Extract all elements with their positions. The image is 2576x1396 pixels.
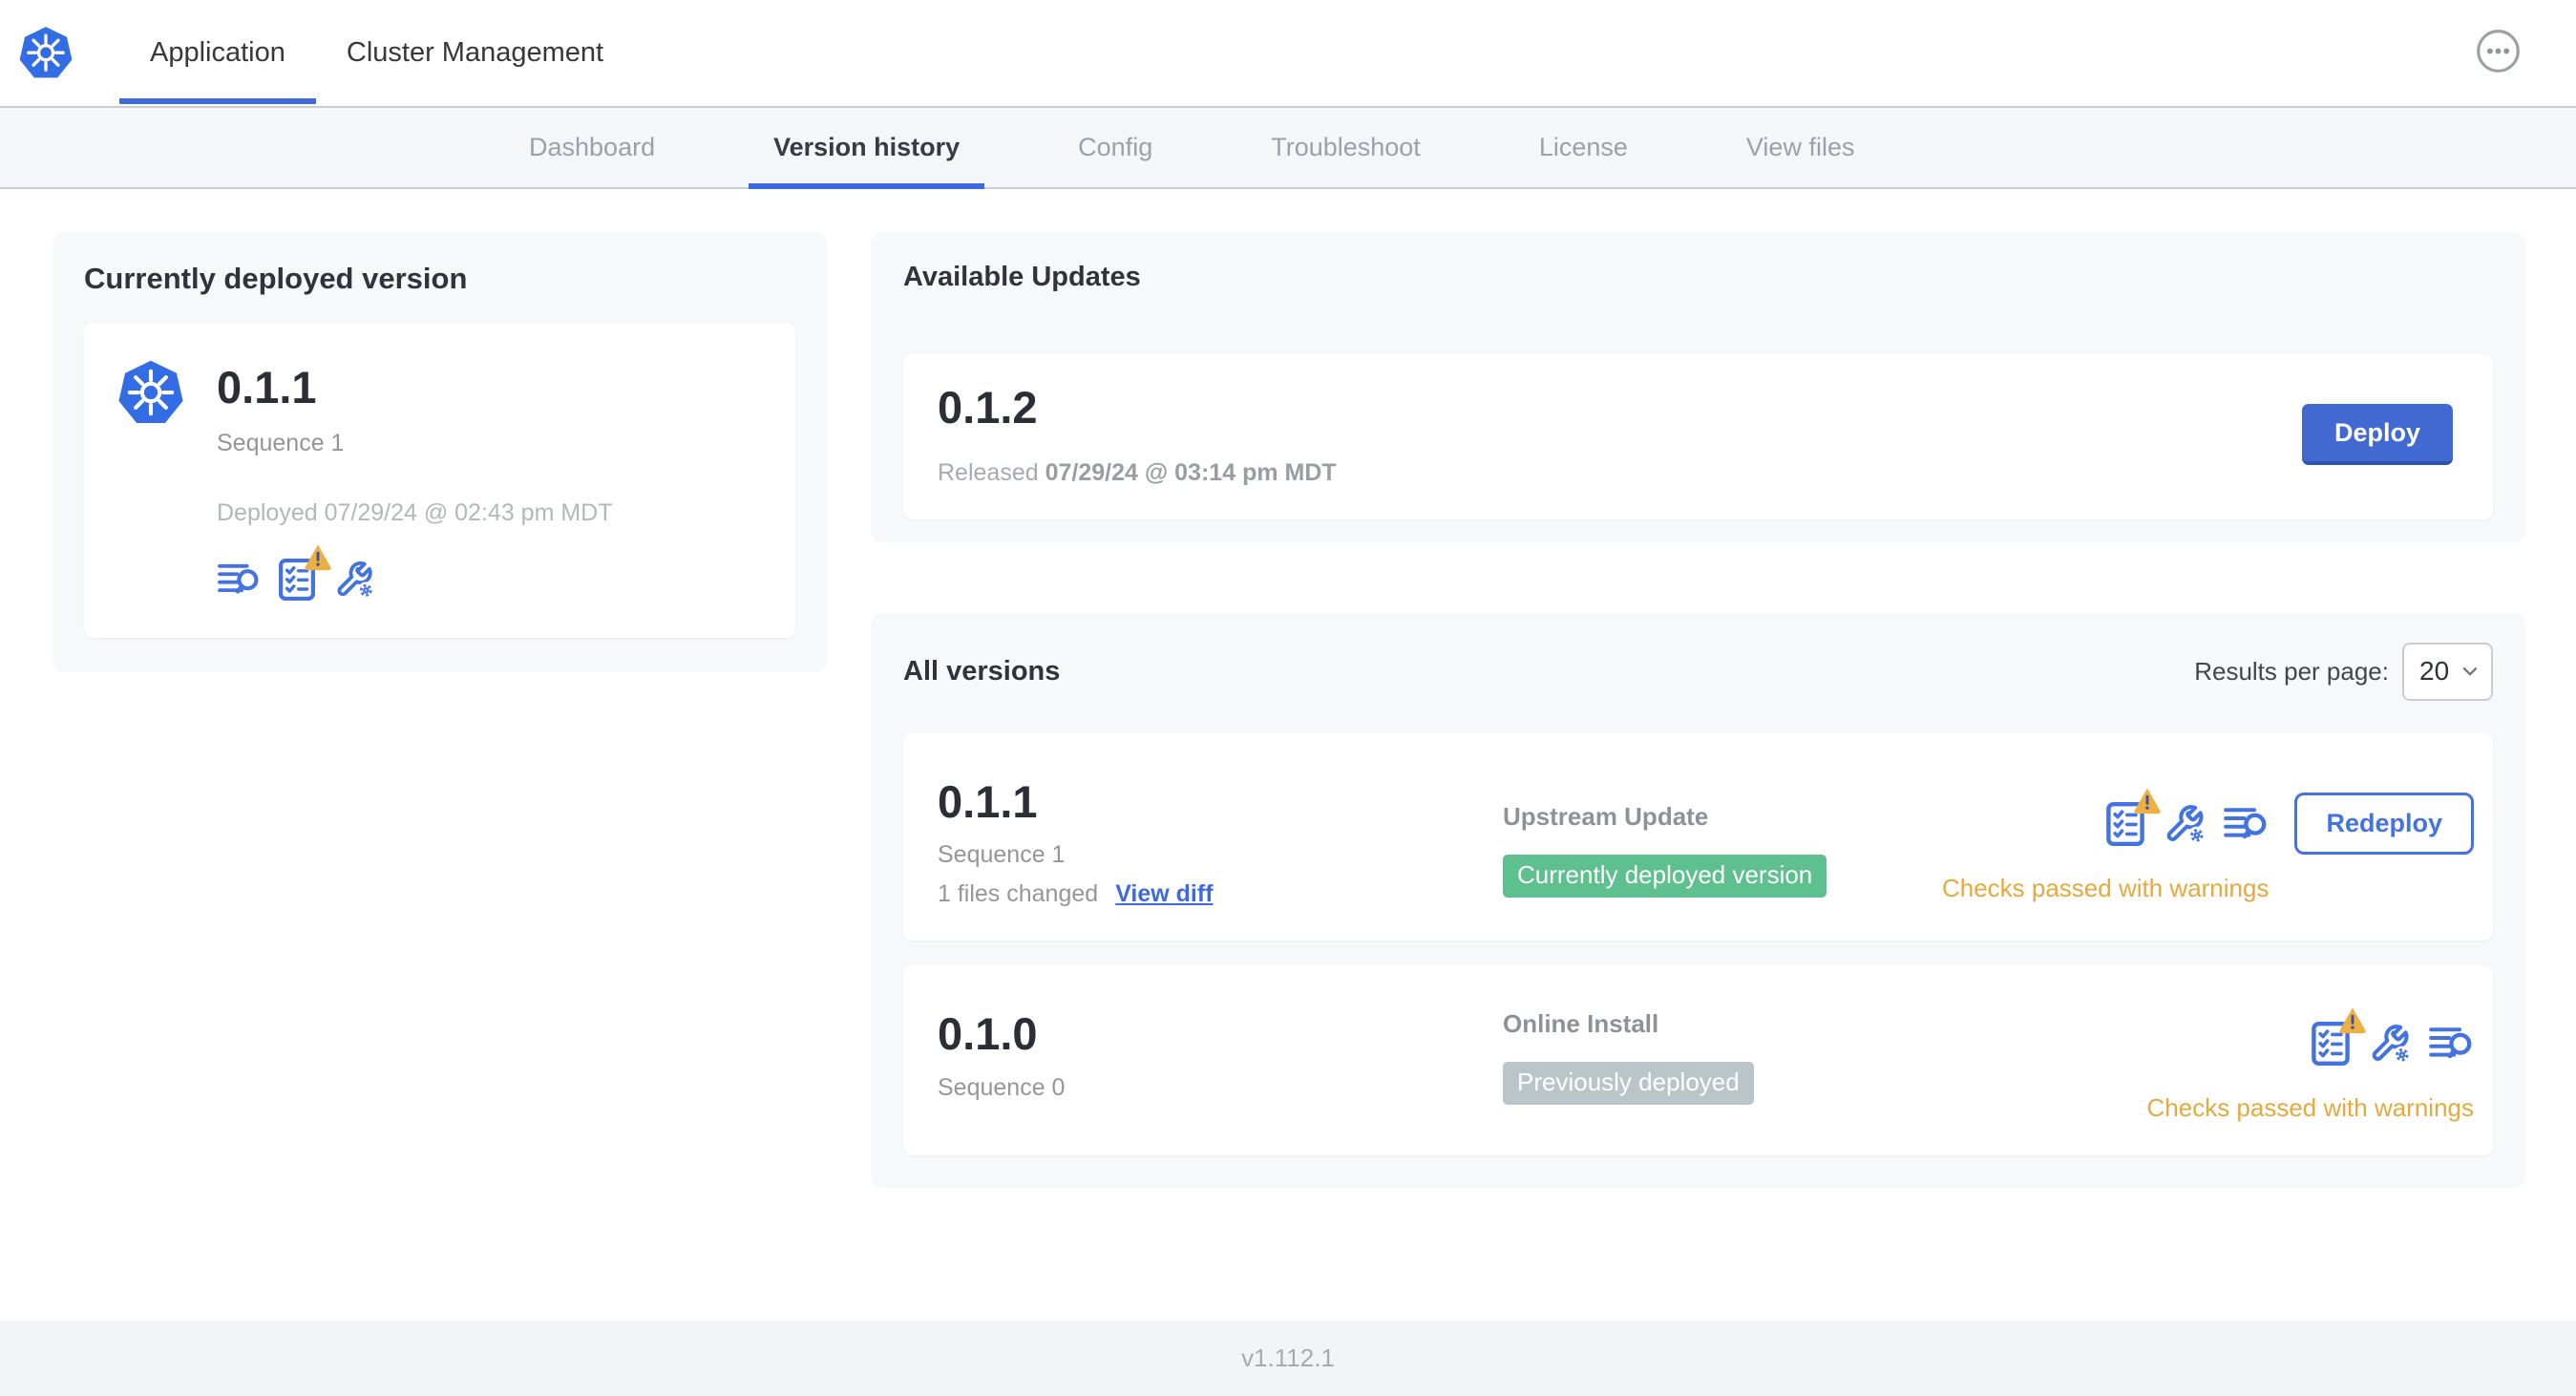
- preflight-checks-button[interactable]: [2308, 1021, 2354, 1067]
- page-footer: v1.112.1: [0, 1321, 2576, 1396]
- available-updates-title: Available Updates: [903, 262, 1141, 292]
- edit-config-button[interactable]: [2163, 801, 2208, 847]
- edit-config-icon: [333, 558, 377, 602]
- update-version-number: 0.1.2: [938, 382, 1038, 433]
- preflight-checks-button[interactable]: [2102, 801, 2148, 847]
- tab-dashboard[interactable]: Dashboard: [504, 108, 680, 187]
- update-released-timestamp: Released 07/29/24 @ 03:14 pm MDT: [938, 459, 1337, 487]
- kubernetes-app-icon: [115, 357, 187, 430]
- deploy-button[interactable]: Deploy: [2301, 404, 2453, 466]
- edit-config-button[interactable]: [2368, 1021, 2414, 1067]
- warning-triangle-icon: [2337, 1005, 2368, 1035]
- preflight-status-text: Checks passed with warnings: [2146, 1093, 2475, 1123]
- deploy-logs-button[interactable]: [2428, 1021, 2474, 1067]
- deployed-version-panel: 0.1.1 Sequence 1 Deployed 07/29/24 @ 02:…: [84, 323, 795, 638]
- version-row: 0.1.1 Sequence 1 1 files changed View di…: [903, 732, 2493, 941]
- deployed-timestamp: Deployed 07/29/24 @ 02:43 pm MDT: [217, 498, 613, 526]
- version-number: 0.1.1: [938, 775, 1038, 827]
- header-tab-application[interactable]: Application: [119, 0, 316, 106]
- chevron-down-icon: [2459, 660, 2481, 683]
- deployed-sequence: Sequence 1: [217, 429, 345, 456]
- available-updates-card: Available Updates 0.1.2 Released 07/29/2…: [871, 232, 2525, 542]
- version-row: 0.1.0 Sequence 0 Online Install Previous…: [903, 965, 2493, 1156]
- available-update-row: 0.1.2 Released 07/29/24 @ 03:14 pm MDT D…: [903, 354, 2493, 519]
- preflight-status-text: Checks passed with warnings: [1941, 873, 2270, 902]
- console-version: v1.112.1: [1241, 1343, 1335, 1372]
- main-content: Currently deployed version 0.1.1 Sequenc…: [0, 189, 2576, 1321]
- tab-config[interactable]: Config: [1053, 108, 1177, 187]
- ellipsis-circle-icon: [2476, 29, 2521, 74]
- all-versions-card: All versions Results per page: 20 0.1.1 …: [871, 612, 2525, 1189]
- version-number: 0.1.0: [938, 1008, 1038, 1060]
- deploy-logs-icon: [2223, 801, 2269, 847]
- tab-view-files[interactable]: View files: [1721, 108, 1880, 187]
- view-diff-link[interactable]: View diff: [1115, 880, 1213, 908]
- released-date: 07/29/24 @ 03:14 pm MDT: [1045, 458, 1337, 486]
- more-menu-button[interactable]: [2476, 29, 2521, 74]
- version-source: Upstream Update: [1503, 801, 1709, 831]
- tab-license[interactable]: License: [1514, 108, 1653, 187]
- warning-triangle-icon: [303, 541, 333, 572]
- deploy-logs-button[interactable]: [217, 558, 261, 602]
- kubernetes-logo-icon: [16, 24, 75, 83]
- preflight-checks-button[interactable]: [275, 558, 319, 602]
- edit-config-icon: [2163, 801, 2208, 847]
- edit-config-button[interactable]: [333, 558, 377, 602]
- header-tab-cluster-management[interactable]: Cluster Management: [316, 0, 634, 106]
- warning-triangle-icon: [2132, 785, 2163, 815]
- deployment-status-badge: Currently deployed version: [1503, 854, 1827, 898]
- all-versions-title: All versions: [903, 655, 1061, 687]
- deployment-status-badge: Previously deployed: [1503, 1062, 1754, 1106]
- top-header: Application Cluster Management: [0, 0, 2576, 108]
- redeploy-button[interactable]: Redeploy: [2294, 792, 2474, 855]
- version-sequence: Sequence 0: [938, 1074, 1066, 1102]
- deploy-logs-icon: [217, 558, 261, 602]
- results-per-page-select[interactable]: 20: [2402, 642, 2493, 701]
- tab-troubleshoot[interactable]: Troubleshoot: [1246, 108, 1446, 187]
- results-per-page-label: Results per page:: [2194, 656, 2389, 686]
- header-tab-label: Cluster Management: [346, 37, 604, 68]
- deploy-logs-icon: [2428, 1021, 2474, 1067]
- version-source: Online Install: [1503, 1009, 1659, 1039]
- currently-deployed-card: Currently deployed version 0.1.1 Sequenc…: [53, 232, 827, 672]
- app-subnav: Dashboard Version history Config Trouble…: [0, 108, 2576, 189]
- edit-config-icon: [2368, 1021, 2414, 1067]
- currently-deployed-title: Currently deployed version: [84, 262, 468, 295]
- header-tabs: Application Cluster Management: [119, 0, 634, 106]
- header-tab-label: Application: [150, 37, 285, 68]
- released-prefix: Released: [938, 458, 1039, 486]
- deployed-version-number: 0.1.1: [217, 362, 317, 412]
- files-changed-label: 1 files changed: [938, 880, 1099, 908]
- version-sequence: Sequence 1: [938, 841, 1066, 869]
- results-per-page-value: 20: [2419, 656, 2450, 687]
- tab-version-history[interactable]: Version history: [749, 108, 985, 189]
- deploy-logs-button[interactable]: [2223, 801, 2269, 847]
